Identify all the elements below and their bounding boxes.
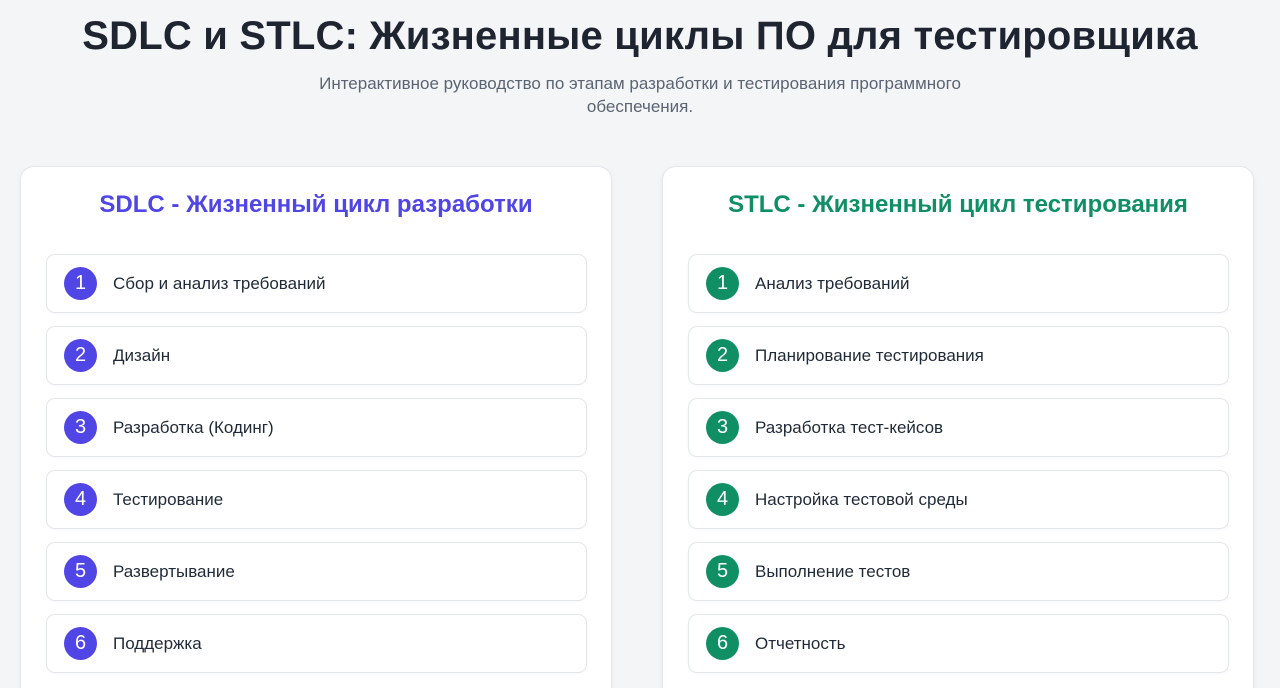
stage-number-badge: 1 [706,267,739,300]
stage-number-badge: 5 [64,555,97,588]
stlc-stage-6[interactable]: 6 Отчетность [688,614,1229,673]
stlc-stage-5[interactable]: 5 Выполнение тестов [688,542,1229,601]
stlc-card: STLC - Жизненный цикл тестирования 1 Ана… [662,166,1254,688]
sdlc-stage-4[interactable]: 4 Тестирование [46,470,587,529]
stage-number-badge: 3 [64,411,97,444]
stage-label: Настройка тестовой среды [755,489,968,509]
stage-label: Разработка (Кодинг) [113,417,274,437]
stage-number-badge: 3 [706,411,739,444]
stage-label: Развертывание [113,561,235,581]
stage-number-badge: 5 [706,555,739,588]
sdlc-stage-3[interactable]: 3 Разработка (Кодинг) [46,398,587,457]
page-subtitle: Интерактивное руководство по этапам разр… [240,72,1040,118]
stlc-title: STLC - Жизненный цикл тестирования [728,191,1188,218]
stlc-stage-2[interactable]: 2 Планирование тестирования [688,326,1229,385]
stage-label: Выполнение тестов [755,561,911,581]
stage-label: Тестирование [113,489,224,509]
sdlc-stage-1[interactable]: 1 Сбор и анализ требований [46,254,587,313]
subtitle-line-2: обеспечения. [586,97,694,116]
stage-label: Разработка тест-кейсов [755,417,944,437]
stage-number-badge: 2 [706,339,739,372]
sdlc-stage-2[interactable]: 2 Дизайн [46,326,587,385]
stage-label: Дизайн [113,345,171,365]
sdlc-stage-5[interactable]: 5 Развертывание [46,542,587,601]
stage-label: Отчетность [755,633,846,653]
stage-number-badge: 2 [64,339,97,372]
sdlc-card: SDLC - Жизненный цикл разработки 1 Сбор … [20,166,612,688]
stage-label: Поддержка [113,633,202,653]
stlc-stage-4[interactable]: 4 Настройка тестовой среды [688,470,1229,529]
stlc-stage-1[interactable]: 1 Анализ требований [688,254,1229,313]
page: SDLC и STLC: Жизненные циклы ПО для тест… [0,0,1280,688]
subtitle-line-1: Интерактивное руководство по этапам разр… [319,74,961,93]
stage-number-badge: 6 [64,627,97,660]
stage-number-badge: 4 [64,483,97,516]
sdlc-stage-6[interactable]: 6 Поддержка [46,614,587,673]
stage-label: Планирование тестирования [755,345,984,365]
stage-label: Сбор и анализ требований [113,273,326,293]
sdlc-title: SDLC - Жизненный цикл разработки [99,191,533,218]
page-title: SDLC и STLC: Жизненные циклы ПО для тест… [82,14,1198,58]
stage-number-badge: 4 [706,483,739,516]
stlc-stage-3[interactable]: 3 Разработка тест-кейсов [688,398,1229,457]
stage-number-badge: 1 [64,267,97,300]
stage-label: Анализ требований [755,273,910,293]
stage-number-badge: 6 [706,627,739,660]
